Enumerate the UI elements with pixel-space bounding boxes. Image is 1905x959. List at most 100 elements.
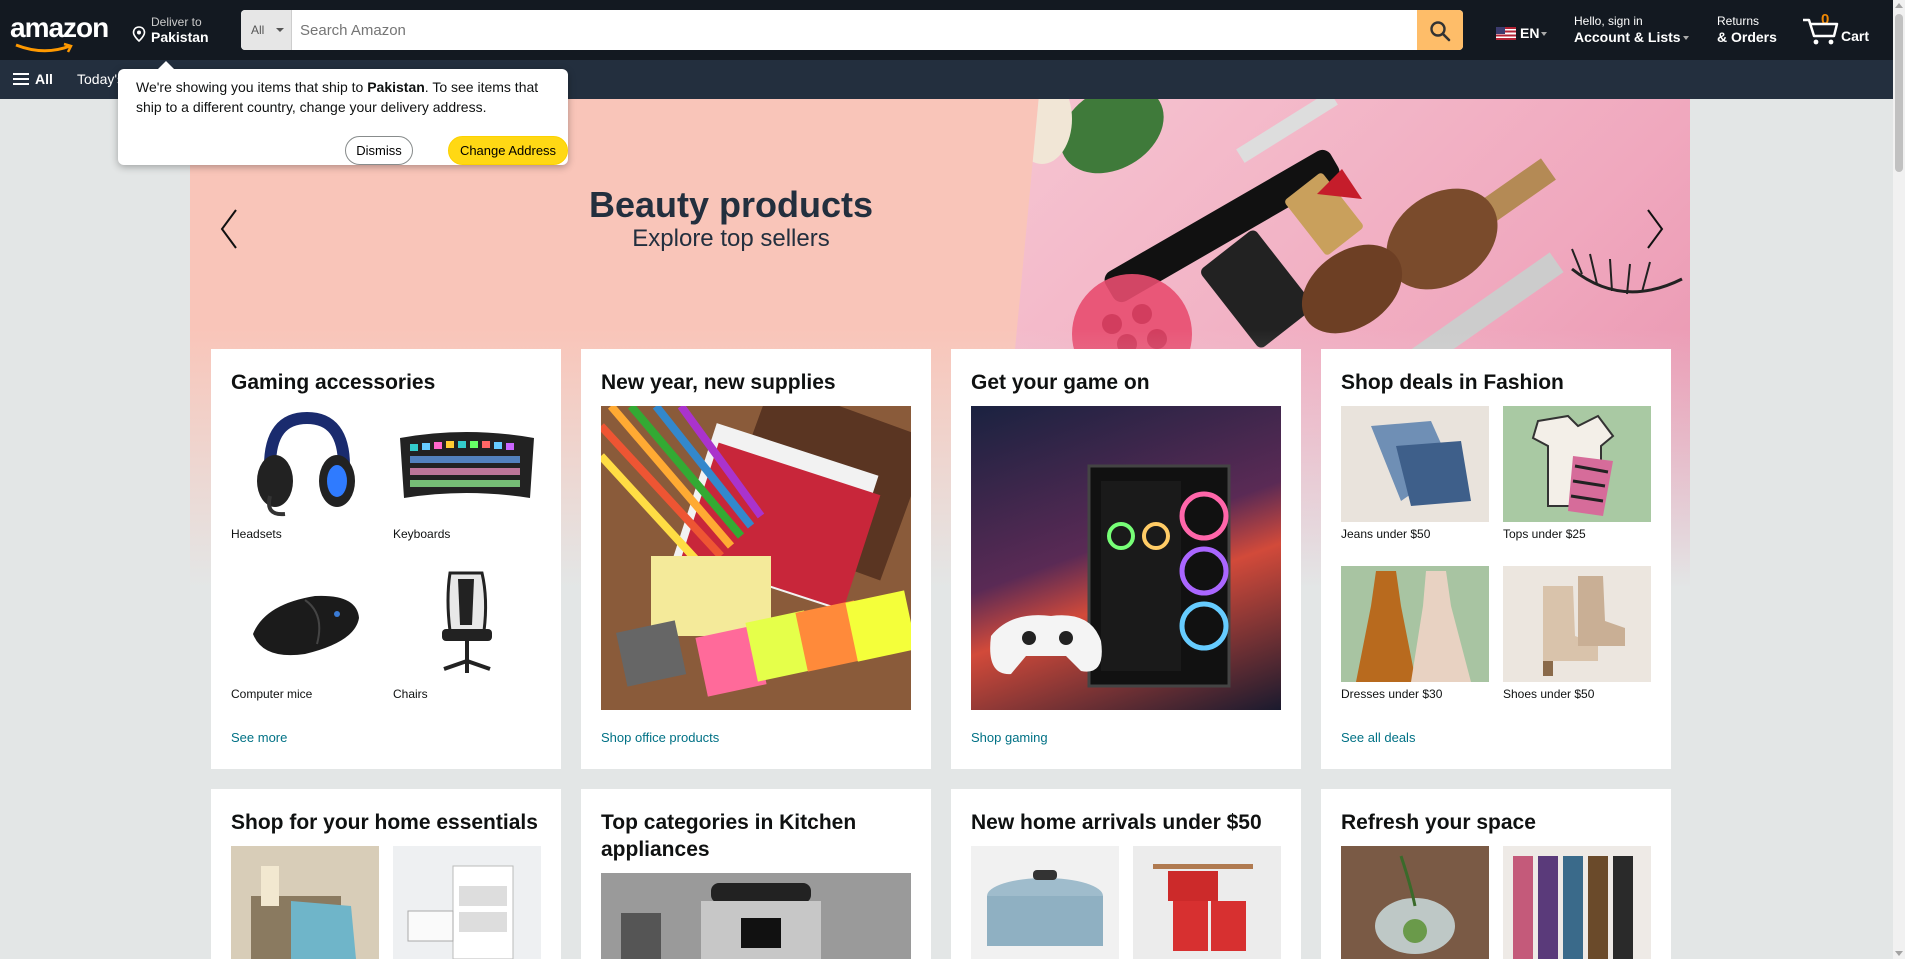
- card-office-supplies: New year, new supplies Shop office produ…: [581, 349, 931, 769]
- popover-country: Pakistan: [367, 79, 425, 95]
- gaming-pc-image[interactable]: [971, 406, 1281, 710]
- search-button[interactable]: [1417, 10, 1463, 50]
- quad-item-dresses[interactable]: Dresses under $30: [1341, 566, 1489, 701]
- chevron-down-icon: [276, 28, 284, 32]
- tie-rack-image: [1503, 846, 1651, 959]
- cart-icon: [1803, 18, 1839, 45]
- card-link-shop-office[interactable]: Shop office products: [601, 730, 719, 745]
- quad-caption: Headsets: [231, 527, 282, 541]
- chevron-down-icon: [1541, 32, 1548, 37]
- returns-orders[interactable]: Returns & Orders: [1717, 14, 1777, 46]
- quad-item-shoes[interactable]: Shoes under $50: [1503, 566, 1651, 701]
- pressure-cooker-image[interactable]: [601, 873, 911, 959]
- quad-caption: Tops under $25: [1503, 527, 1586, 541]
- quad-caption: Computer mice: [231, 687, 313, 701]
- card-title[interactable]: New home arrivals under $50: [971, 809, 1281, 836]
- dutch-oven-image: [971, 846, 1119, 959]
- card-title[interactable]: Shop for your home essentials: [231, 809, 541, 836]
- quad-item-chairs[interactable]: Chairs: [393, 566, 541, 701]
- search-input[interactable]: [292, 10, 1416, 50]
- quad-item-ties[interactable]: [1503, 846, 1651, 959]
- card-title[interactable]: Top categories in Kitchen appliances: [601, 809, 911, 863]
- card-link-shop-gaming[interactable]: Shop gaming: [971, 730, 1048, 745]
- scrollbar-thumb[interactable]: [1895, 14, 1903, 172]
- carousel-next-arrow-icon[interactable]: [1640, 204, 1670, 254]
- quad-caption: Shoes under $50: [1503, 687, 1595, 701]
- carousel-prev-arrow-icon[interactable]: [214, 204, 244, 254]
- card-title[interactable]: Refresh your space: [1341, 809, 1651, 836]
- quad-caption: Chairs: [393, 687, 428, 701]
- tops-image: [1503, 406, 1651, 522]
- card-refresh-space: Refresh your space: [1321, 789, 1671, 959]
- hero-subtitle[interactable]: Explore top sellers: [190, 225, 1272, 253]
- logo-text: amazon: [10, 12, 109, 43]
- language-code: EN: [1520, 25, 1548, 41]
- quad-item-vase[interactable]: [1341, 846, 1489, 959]
- nav-top: amazon Deliver to Pakistan All EN: [0, 0, 1893, 60]
- quad-item-computer-mice[interactable]: Computer mice: [231, 566, 379, 701]
- popover-message: We're showing you items that ship to Pak…: [136, 77, 550, 117]
- returns-label: Returns: [1717, 14, 1760, 28]
- card-title[interactable]: New year, new supplies: [601, 369, 911, 396]
- search-category-dropdown[interactable]: All: [241, 10, 292, 50]
- quad-caption: Dresses under $30: [1341, 687, 1443, 701]
- quad-caption: Keyboards: [393, 527, 451, 541]
- location-pin-icon: [132, 26, 146, 42]
- chevron-down-icon: [1682, 36, 1689, 41]
- shoes-image: [1503, 566, 1651, 682]
- card-home-essentials: Shop for your home essentials: [211, 789, 561, 959]
- quad-item-headsets[interactable]: Headsets: [231, 406, 379, 541]
- us-flag-icon: [1496, 27, 1516, 40]
- hero-title[interactable]: Beauty products: [190, 184, 1272, 226]
- card-home-arrivals: New home arrivals under $50: [951, 789, 1301, 959]
- cart-label: Cart: [1841, 28, 1870, 44]
- chair-image: [393, 566, 541, 682]
- search-icon: [1430, 21, 1451, 42]
- all-label: All: [35, 71, 53, 87]
- quad-item-dutch-oven[interactable]: [971, 846, 1119, 959]
- account-label-text: Account & Lists: [1574, 29, 1681, 45]
- storage-image: [393, 846, 541, 959]
- card-title[interactable]: Gaming accessories: [231, 369, 541, 396]
- delivery-popover: We're showing you items that ship to Pak…: [118, 61, 568, 165]
- deliver-country: Pakistan: [151, 29, 209, 45]
- scrollbar[interactable]: [1893, 0, 1905, 959]
- quad-item-jeans[interactable]: Jeans under $50: [1341, 406, 1489, 541]
- card-fashion-deals: Shop deals in Fashion Jeans under $50 To…: [1321, 349, 1671, 769]
- scroll-down-icon[interactable]: [1895, 951, 1903, 956]
- account-lists[interactable]: Hello, sign in Account & Lists: [1574, 14, 1689, 46]
- card-title[interactable]: Shop deals in Fashion: [1341, 369, 1651, 396]
- office-supplies-image[interactable]: [601, 406, 911, 710]
- account-label: Account & Lists: [1574, 28, 1689, 46]
- card-link-see-more[interactable]: See more: [231, 730, 287, 745]
- search-category-label: All: [251, 23, 265, 37]
- orders-label: & Orders: [1717, 29, 1777, 45]
- quad-item-tins[interactable]: [1133, 846, 1281, 959]
- popover-text: We're showing you items that ship to: [136, 79, 368, 95]
- smile-icon: [15, 42, 73, 53]
- deliver-label: Deliver to: [151, 15, 202, 29]
- scroll-up-icon[interactable]: [1895, 3, 1903, 8]
- quad-item-cleaning[interactable]: [231, 846, 379, 959]
- keyboard-image: [393, 406, 541, 522]
- change-address-button[interactable]: Change Address: [448, 136, 568, 165]
- card-title[interactable]: Get your game on: [971, 369, 1281, 396]
- dismiss-button[interactable]: Dismiss: [345, 136, 413, 165]
- headset-image: [231, 406, 379, 522]
- card-gaming: Get your game on Shop gaming: [951, 349, 1301, 769]
- quad-caption: Jeans under $50: [1341, 527, 1431, 541]
- vase-image: [1341, 846, 1489, 959]
- jeans-image: [1341, 406, 1489, 522]
- card-link-see-all-deals[interactable]: See all deals: [1341, 730, 1415, 745]
- quad-item-storage[interactable]: [393, 846, 541, 959]
- tins-image: [1133, 846, 1281, 959]
- quad-item-tops[interactable]: Tops under $25: [1503, 406, 1651, 541]
- mouse-image: [231, 566, 379, 682]
- quad-item-keyboards[interactable]: Keyboards: [393, 406, 541, 541]
- language-text: EN: [1520, 25, 1540, 41]
- dresses-image: [1341, 566, 1489, 682]
- search-bar: All: [241, 10, 1463, 50]
- card-kitchen-appliances: Top categories in Kitchen appliances: [581, 789, 931, 959]
- amazon-logo[interactable]: amazon: [10, 12, 110, 53]
- cart-button[interactable]: 0 Cart: [1801, 11, 1871, 48]
